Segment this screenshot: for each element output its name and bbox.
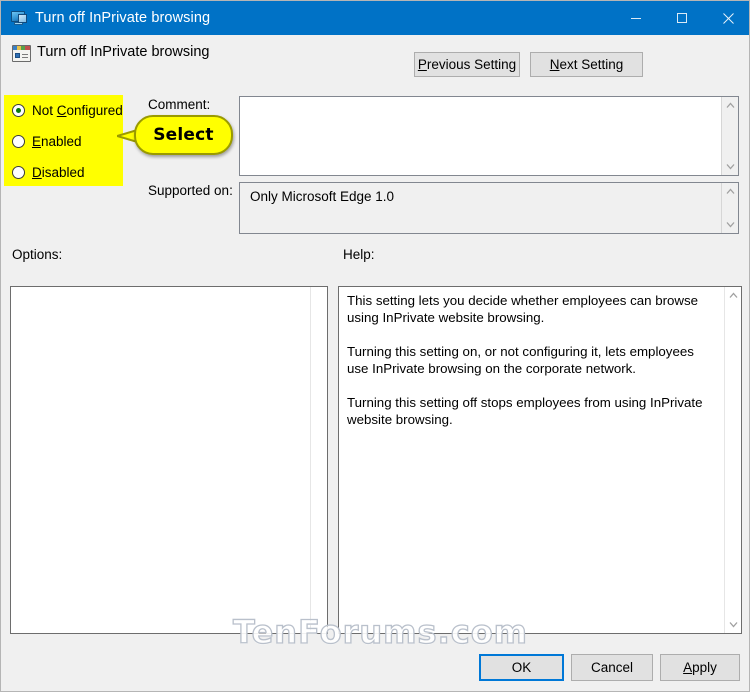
comment-scrollbar[interactable] [721,97,738,175]
radio-disabled[interactable]: Disabled [12,163,85,181]
apply-button[interactable]: Apply [660,654,740,681]
radio-not-configured-mark[interactable] [12,103,25,117]
comment-input[interactable] [239,96,739,176]
scroll-down-icon[interactable] [725,616,742,633]
ok-button[interactable]: OK [479,654,564,681]
policy-icon-bar [13,46,30,50]
radio-enabled-label-post: nabled [41,133,82,149]
ok-button-label: OK [511,660,532,675]
apply-button-label: pply [692,660,717,675]
group-policy-icon [12,45,31,62]
cancel-button[interactable]: Cancel [571,654,653,681]
radio-enabled[interactable]: Enabled [12,132,82,150]
radio-disabled-label-post: isabled [41,164,85,180]
previous-setting-button[interactable]: Previous Setting [414,52,520,77]
policy-icon-line-2 [22,57,28,58]
help-label: Help: [343,247,375,262]
minimize-icon[interactable] [613,1,659,35]
radio-not-configured-label-pre: Not [32,102,57,118]
scroll-up-icon[interactable] [722,183,739,200]
help-panel[interactable]: This setting lets you decide whether emp… [338,286,742,634]
options-panel[interactable] [10,286,328,634]
help-paragraph-1: This setting lets you decide whether emp… [347,293,699,325]
supported-on-field: Only Microsoft Edge 1.0 [239,182,739,234]
maximize-icon[interactable] [659,1,705,35]
radio-enabled-mark[interactable] [12,134,25,148]
radio-not-configured-label: Not Configured [32,103,123,118]
comment-label: Comment: [148,97,211,112]
next-setting-button[interactable]: Next Setting [530,52,643,77]
supported-on-scrollbar[interactable] [721,183,738,233]
scroll-down-icon[interactable] [722,216,739,233]
apply-button-accel: A [683,660,693,675]
scroll-up-icon[interactable] [722,97,739,114]
policy-icon-line-1 [22,54,28,55]
select-callout-label: Select [153,125,214,145]
radio-enabled-accel: E [32,133,42,149]
help-paragraph-2: Turning this setting on, or not configur… [347,344,694,376]
supported-on-value: Only Microsoft Edge 1.0 [250,189,395,204]
next-setting-label: ext Setting [559,57,624,72]
scroll-up-icon[interactable] [725,287,742,304]
radio-disabled-mark[interactable] [12,165,25,179]
close-icon[interactable] [705,1,749,35]
radio-enabled-label: Enabled [32,134,82,149]
next-setting-accel: N [549,57,560,72]
window-pane-shape [18,14,27,23]
radio-not-configured-accel: C [56,102,67,118]
radio-not-configured-label-post: onfigured [66,102,123,118]
title-bar: Turn off InPrivate browsing [1,1,749,35]
previous-setting-label: revious Setting [426,57,517,72]
window-controls [613,1,749,35]
help-text: This setting lets you decide whether emp… [347,292,715,428]
options-label: Options: [12,247,63,262]
radio-disabled-label: Disabled [32,165,85,180]
options-scrollbar[interactable] [310,287,327,633]
help-scrollbar[interactable] [724,287,741,633]
help-paragraph-3: Turning this setting off stops employees… [347,395,703,427]
window-title: Turn off InPrivate browsing [35,10,211,26]
window-icon [10,10,28,26]
cancel-button-label: Cancel [590,660,634,675]
radio-not-configured[interactable]: Not Configured [12,101,123,119]
scroll-down-icon[interactable] [722,158,739,175]
previous-setting-accel: P [417,57,427,72]
setting-title: Turn off InPrivate browsing [37,44,210,60]
group-policy-setting-dialog: Turn off InPrivate browsing Turn off InP… [0,0,750,692]
radio-disabled-accel: D [32,164,42,180]
policy-icon-square [15,53,20,58]
supported-on-label: Supported on: [148,183,233,198]
select-callout: Select [134,115,233,155]
